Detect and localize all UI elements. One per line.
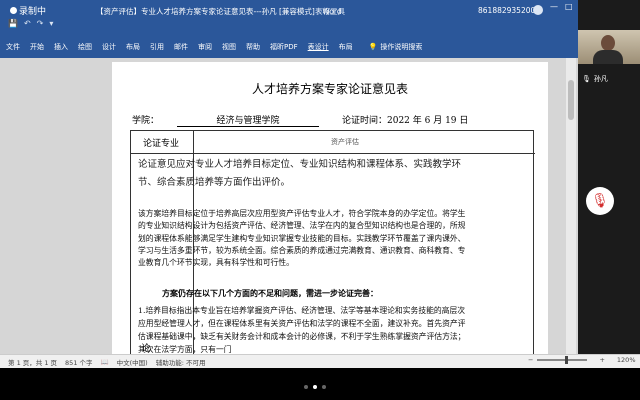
minimize-button[interactable]: — [550,2,558,11]
document-title: 【资产评估】专业人才培养方案专家论证意见表---孙凡 [兼容模式] - Word [96,7,342,16]
tab-design[interactable]: 设计 [102,42,116,52]
tab-mailings[interactable]: 邮件 [174,42,188,52]
mic-small-icon: 🎙 [582,75,591,83]
issues-paragraph: 1.培养目标指出本专业旨在培养掌握资产评估、经济管理、法学等基本理论和实务技能的… [138,306,466,354]
opinion-paragraph: 该方案培养目标定位于培养高层次应用型资产评估专业人才，符合学院本身的办学定位。将… [138,209,466,268]
zoom-slider-knob[interactable] [565,356,569,364]
review-date: 论证时间：2022 年 6 月 19 日 [342,116,469,126]
instruction-text: 论证意见应对专业人才培养目标定位、专业知识结构和课程体系、实践教学环节、综合素质… [138,159,462,188]
participant-name: 孙凡 [593,75,608,83]
mic-muted-icon: 🎙 [591,193,609,209]
mute-microphone-button[interactable]: 🎙 [586,187,614,215]
table-tools-label: 表格工具 [315,7,345,16]
document-canvas: 人才培养方案专家论证意见表 学院： 经济与管理学院 论证时间：2022 年 6 … [0,58,578,354]
school-value: 经济与管理学院 [177,113,319,127]
zoom-slider[interactable] [537,356,588,364]
zoom-control: − + 120% [520,356,636,364]
tab-home[interactable]: 开始 [30,42,44,52]
zoom-in-button[interactable]: + [599,356,604,364]
table-divider [131,153,535,154]
participant-head [601,35,615,51]
major-value: 资产评估 [331,138,359,146]
tab-foxit-pdf[interactable]: 福昕PDF [270,42,298,52]
quick-access-toolbar: 💾 ↶ ↷ ▾ [8,19,53,28]
tell-me-search[interactable]: 💡 操作说明搜索 [369,42,423,52]
tab-table-layout[interactable]: 布局 [339,42,353,52]
document-page[interactable]: 人才培养方案专家论证意见表 学院： 经济与管理学院 论证时间：2022 年 6 … [112,62,548,354]
tab-review[interactable]: 审阅 [198,42,212,52]
participant-body [593,50,623,64]
redo-icon[interactable]: ↷ [37,19,44,28]
maximize-button[interactable]: □ [565,2,573,11]
zoom-out-button[interactable]: − [528,356,533,364]
participant-tag: 🎙 孙凡 [582,74,608,84]
tab-insert[interactable]: 插入 [54,42,68,52]
scroll-thumb[interactable] [568,80,574,120]
word-count[interactable]: 851 个字 [65,357,92,367]
pager-dot[interactable] [304,385,308,389]
title-bar: 录制中 💾 ↶ ↷ ▾ 【资产评估】专业人才培养方案专家论证意见表---孙凡 [… [0,0,586,36]
recording-badge[interactable]: 录制中 [10,4,46,17]
tab-file[interactable]: 文件 [6,42,20,52]
video-panel: 🎙 孙凡 🎙 [578,0,640,368]
accessibility-status[interactable]: 辅助功能: 不可用 [156,357,206,367]
pager-dot[interactable] [322,385,326,389]
proofing-icon[interactable]: 📖 [101,358,109,366]
undo-icon[interactable]: ↶ [24,19,31,28]
slide-pager [304,385,326,389]
tab-layout[interactable]: 布局 [126,42,140,52]
lightbulb-icon: 💡 [368,43,378,51]
school-label: 学院： [132,116,160,126]
major-header: 论证专业 [143,139,180,149]
pager-dot[interactable] [313,385,317,389]
tab-table-design[interactable]: 表设计 [308,42,329,52]
ribbon-tabs: 文件 开始 插入 绘图 设计 布局 引用 邮件 审阅 视图 帮助 福昕PDF 表… [0,36,578,58]
tab-view[interactable]: 视图 [222,42,236,52]
recording-label: 录制中 [19,7,47,17]
tell-me-label: 操作说明搜索 [380,43,423,51]
tab-help[interactable]: 帮助 [246,42,260,52]
screen: 录制中 💾 ↶ ↷ ▾ 【资产评估】专业人才培养方案专家论证意见表---孙凡 [… [0,0,640,368]
issues-subheading: 方案仍存在以下几个方面的不足和问题，需进一步论证完善： [162,288,378,298]
tab-draw[interactable]: 绘图 [78,42,92,52]
page-count[interactable]: 第 1 页，共 1 页 [8,357,57,367]
status-bar: 第 1 页，共 1 页 851 个字 📖 中文(中国) 辅助功能: 不可用 − … [0,354,640,368]
language[interactable]: 中文(中国) [117,357,148,367]
document-heading: 人才培养方案专家论证意见表 [251,82,408,96]
customize-qat-icon[interactable]: ▾ [49,19,53,28]
participant-video[interactable] [578,30,640,64]
tab-references[interactable]: 引用 [150,42,164,52]
account-avatar-icon[interactable] [533,5,543,15]
save-icon[interactable]: 💾 [8,19,18,28]
account-name[interactable]: 8618829352009 [478,6,540,15]
record-icon [10,7,17,14]
zoom-level[interactable]: 120% [617,356,636,364]
vertical-scrollbar[interactable] [566,58,576,354]
